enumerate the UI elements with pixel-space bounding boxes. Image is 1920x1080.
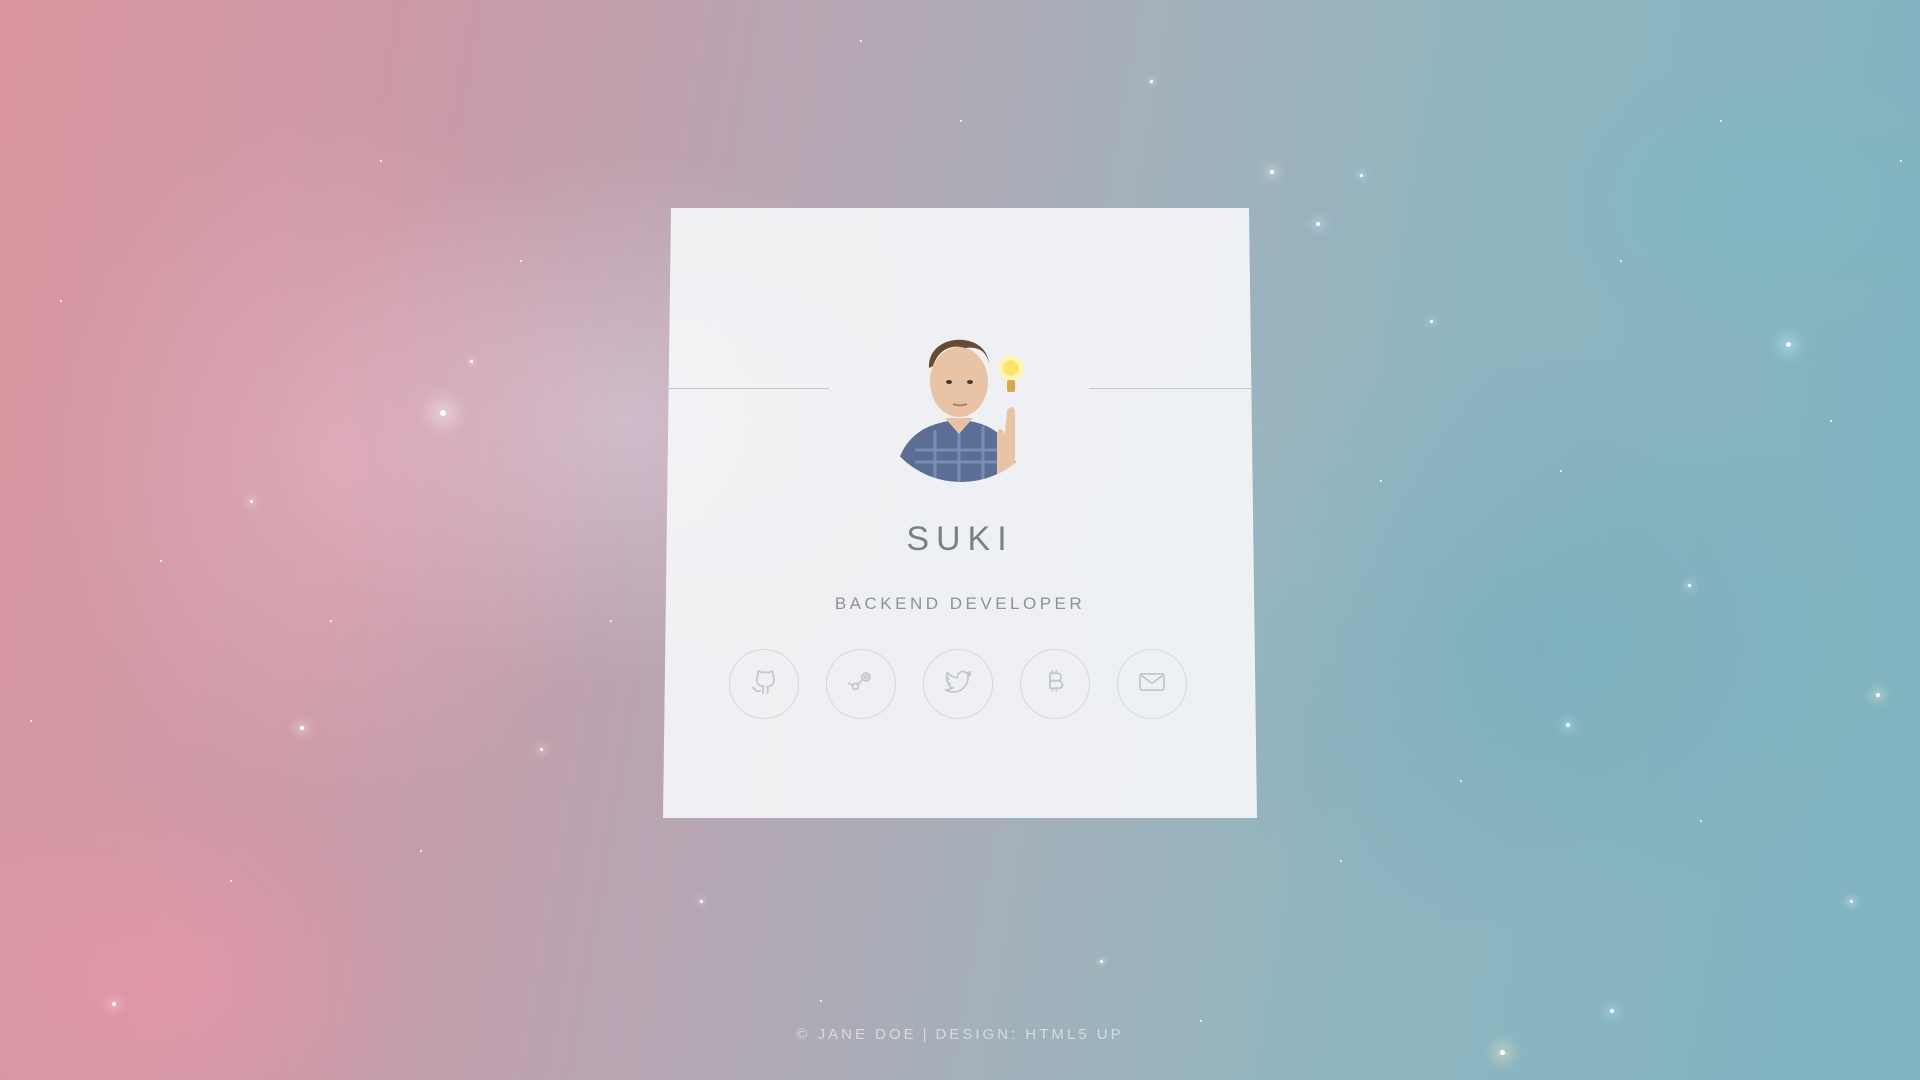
star [1700, 820, 1702, 822]
star [440, 410, 446, 416]
star [112, 1002, 116, 1006]
star [60, 300, 62, 302]
steam-icon [846, 667, 876, 702]
star [1200, 1020, 1202, 1022]
star [420, 850, 422, 852]
star [1620, 260, 1622, 262]
footer-separator: | [922, 1026, 930, 1043]
social-links [729, 649, 1187, 719]
bitcoin-icon [1040, 667, 1070, 702]
star [230, 880, 232, 882]
avatar [875, 310, 1047, 482]
star [1560, 470, 1562, 472]
star [1380, 480, 1382, 482]
star [1720, 120, 1722, 122]
star [1850, 900, 1853, 903]
envelope-icon [1137, 667, 1167, 702]
profile-card: SUKI BACKEND DEVELOPER [663, 208, 1257, 818]
star [30, 720, 32, 722]
star [1100, 960, 1103, 963]
star [330, 620, 332, 622]
star [1270, 170, 1274, 174]
star [1360, 174, 1363, 177]
star [520, 260, 522, 262]
star [250, 500, 253, 503]
footer: © JANE DOE | DESIGN: HTML5 UP [0, 1026, 1920, 1043]
star [300, 726, 304, 730]
star [700, 900, 703, 903]
star [380, 160, 382, 162]
steam-link[interactable] [826, 649, 896, 719]
divider-left [669, 388, 829, 389]
footer-copyright: © JANE DOE [796, 1026, 917, 1043]
star [1900, 160, 1902, 162]
profile-name: SUKI [906, 520, 1014, 558]
profile-role: BACKEND DEVELOPER [834, 594, 1086, 613]
divider-right [1089, 388, 1253, 389]
star [1150, 80, 1153, 83]
star [1566, 723, 1570, 727]
star [960, 120, 962, 122]
email-link[interactable] [1117, 649, 1187, 719]
star [1340, 860, 1342, 862]
star [1430, 320, 1433, 323]
star [1876, 693, 1880, 697]
avatar-photo [875, 310, 1047, 482]
star [1830, 420, 1832, 422]
star [820, 1000, 822, 1002]
github-link[interactable] [729, 649, 799, 719]
star [1500, 1050, 1505, 1055]
star [610, 620, 612, 622]
star [1460, 780, 1462, 782]
star [160, 560, 162, 562]
card-panel [663, 208, 1257, 818]
star [860, 40, 862, 42]
star [470, 360, 473, 363]
bitcoin-link[interactable] [1020, 649, 1090, 719]
star [1610, 1009, 1614, 1013]
footer-design-credit[interactable]: DESIGN: HTML5 UP [936, 1026, 1124, 1043]
star [1316, 222, 1320, 226]
twitter-link[interactable] [923, 649, 993, 719]
star [1688, 584, 1691, 587]
github-icon [749, 667, 779, 702]
twitter-icon [943, 667, 973, 702]
star [1786, 342, 1791, 347]
star [540, 748, 543, 751]
